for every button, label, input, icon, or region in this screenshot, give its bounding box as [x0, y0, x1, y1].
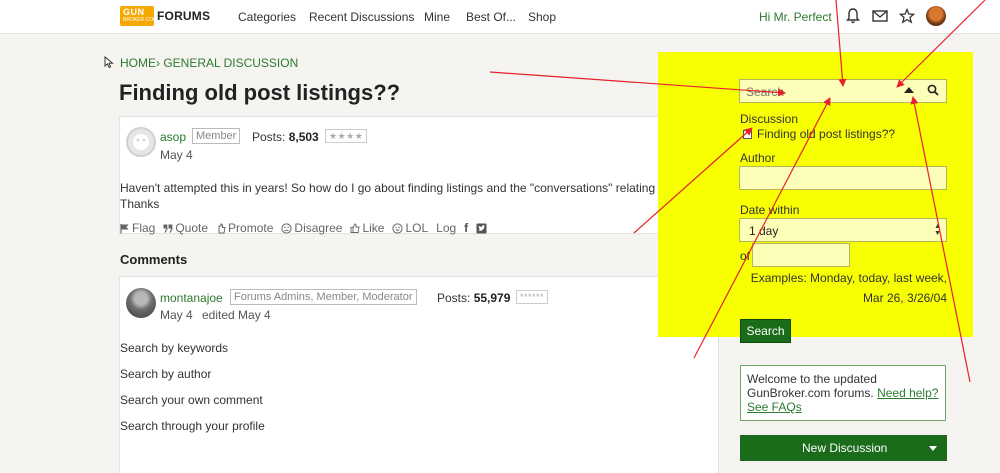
discussion-filter-checkbox[interactable]	[743, 130, 752, 139]
page-title: Finding old post listings??	[119, 80, 401, 105]
flag-icon	[120, 223, 129, 233]
quote-icon	[163, 224, 174, 233]
of-label: of	[740, 249, 751, 263]
commenter-avatar[interactable]	[126, 288, 156, 318]
post-body-line-1: Haven't attempted this in years! So how …	[120, 181, 706, 195]
post-count: Posts: 8,503	[252, 130, 319, 144]
post-body-line-2: Thanks	[120, 197, 160, 211]
comment-line: Search by author	[120, 367, 212, 381]
date-of-input[interactable]	[752, 243, 850, 267]
lol-label: LOL	[405, 221, 429, 235]
author-label: Author	[740, 151, 776, 165]
forums-label[interactable]: FORUMS	[157, 9, 210, 23]
like-label: Like	[362, 221, 385, 235]
gunbroker-logo[interactable]: GUN BROKER.COM	[120, 6, 158, 26]
envelope-icon[interactable]	[870, 6, 890, 26]
discussion-filter-label: Discussion	[740, 112, 799, 126]
user-avatar[interactable]	[926, 6, 946, 26]
need-help-link[interactable]: Need help?	[877, 386, 938, 400]
avatar[interactable]	[126, 127, 156, 157]
disagree-action[interactable]: Disagree	[281, 221, 342, 235]
comment-post-count: Posts: 55,979	[437, 291, 510, 305]
lol-action[interactable]: LOL	[392, 221, 428, 235]
comment-line: Search by keywords	[120, 341, 229, 355]
logo-text: GUN	[123, 7, 145, 17]
original-post: asop Member Posts: 8,503 ★★★★ May 4 Have…	[119, 116, 719, 235]
nav-best-of[interactable]: Best Of...	[466, 10, 516, 24]
rank-stars: ★★★★	[325, 129, 368, 143]
see-faqs-link[interactable]: See FAQs	[747, 400, 802, 414]
flag-label: Flag	[132, 221, 156, 235]
quote-label: Quote	[175, 221, 209, 235]
disagree-icon	[281, 222, 293, 234]
discussion-filter-option[interactable]: Finding old post listings??	[757, 127, 895, 141]
top-nav-bar: GUN BROKER.COM FORUMS Categories Recent …	[0, 0, 1000, 34]
default-avatar-icon	[133, 134, 149, 150]
breadcrumb-general-discussion[interactable]: GENERAL DISCUSSION	[163, 56, 298, 70]
examples-line-2: Mar 26, 3/26/04	[862, 291, 947, 305]
date-within-value: 1 day	[749, 224, 779, 238]
comment-line: Search through your profile	[120, 419, 265, 433]
twitter-icon[interactable]	[476, 223, 487, 234]
role-badge: Member	[192, 128, 241, 144]
lol-icon	[392, 222, 404, 234]
like-icon	[350, 223, 360, 233]
breadcrumb-home[interactable]: HOME	[120, 56, 156, 70]
advanced-search-toggle-icon[interactable]	[904, 87, 914, 93]
nav-categories[interactable]: Categories	[238, 10, 296, 24]
examples-line-1: Examples: Monday, today, last week,	[750, 271, 947, 285]
log-action[interactable]: Log	[436, 221, 456, 235]
posts-count-value: 55,979	[473, 291, 511, 305]
breadcrumb: HOME› GENERAL DISCUSSION	[120, 56, 298, 70]
promote-icon	[218, 222, 226, 233]
nav-mine[interactable]: Mine	[424, 10, 450, 24]
search-icon[interactable]	[927, 84, 939, 99]
date-examples-hint: Examples: Monday, today, last week, Mar …	[700, 268, 947, 308]
select-updown-icon: ▲ ▼	[934, 223, 941, 237]
posts-count-value: 8,503	[288, 130, 319, 144]
comment-author[interactable]: montanajoe	[160, 291, 223, 305]
mouse-pointer-icon	[104, 56, 114, 68]
chevron-down-icon[interactable]	[929, 446, 937, 451]
comment-line: Search your own comment	[120, 393, 263, 407]
breadcrumb-separator: ›	[156, 56, 160, 70]
rank-stars: ******	[516, 290, 549, 304]
post-actions: Flag Quote Promote Disagree Like LOL Log…	[120, 221, 487, 235]
new-discussion-button[interactable]: New Discussion	[740, 435, 947, 461]
quote-action[interactable]: Quote	[163, 221, 208, 235]
nav-recent-discussions[interactable]: Recent Discussions	[309, 10, 414, 24]
search-input[interactable]	[746, 84, 886, 99]
posts-label: Posts:	[252, 130, 286, 144]
search-field[interactable]	[739, 79, 947, 103]
author-input[interactable]	[739, 166, 947, 190]
role-badge: Forums Admins, Member, Moderator	[230, 289, 417, 305]
nav-shop[interactable]: Shop	[528, 10, 556, 24]
user-greeting[interactable]: Hi Mr. Perfect	[759, 10, 832, 24]
comment-date[interactable]: May 4	[160, 308, 193, 322]
star-icon[interactable]	[897, 6, 917, 26]
flag-action[interactable]: Flag	[120, 221, 155, 235]
like-action[interactable]: Like	[350, 221, 384, 235]
facebook-icon[interactable]: f	[464, 221, 468, 235]
promote-label: Promote	[228, 221, 274, 235]
post-date[interactable]: May 4	[160, 148, 193, 162]
search-submit-button[interactable]: Search	[740, 319, 791, 343]
new-discussion-label: New Discussion	[802, 441, 888, 455]
posts-label: Posts:	[437, 291, 471, 305]
date-within-select[interactable]: 1 day ▲ ▼	[739, 218, 947, 242]
logo-subtext: BROKER.COM	[123, 17, 158, 23]
post-author[interactable]: asop	[160, 130, 186, 144]
date-within-label: Date within	[740, 203, 800, 217]
promote-action[interactable]: Promote	[216, 221, 273, 235]
comment-edited: edited May 4	[202, 308, 271, 322]
welcome-text: Welcome to the updated GunBroker.com for…	[747, 372, 877, 400]
welcome-box: Welcome to the updated GunBroker.com for…	[740, 365, 946, 421]
comments-heading: Comments	[120, 252, 188, 267]
disagree-label: Disagree	[294, 221, 343, 235]
bell-icon[interactable]	[843, 6, 863, 26]
